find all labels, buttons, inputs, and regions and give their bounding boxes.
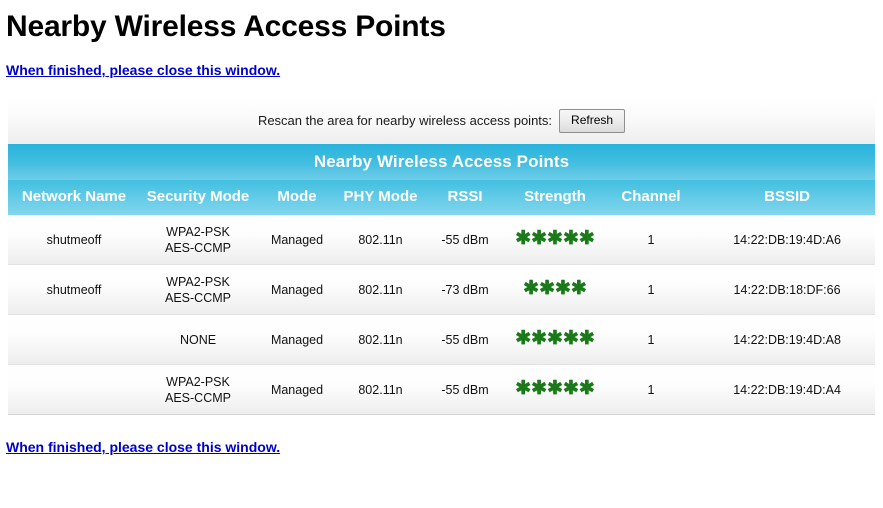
cell-channel: 1 xyxy=(647,382,655,397)
table-row: shutmeoff WPA2-PSK AES-CCMP Managed 802.11n… xyxy=(8,264,876,315)
cell-phy-mode: 802.11n xyxy=(358,382,403,397)
refresh-button[interactable]: Refresh xyxy=(559,108,626,133)
cell-rssi: -55 dBm xyxy=(423,314,507,365)
access-points-panel: Rescan the area for nearby wireless acce… xyxy=(8,97,876,415)
cell-strength: ✱✱✱✱✱ xyxy=(507,215,603,265)
cell-security-mode: WPA2-PSK AES-CCMP xyxy=(140,215,256,265)
page-title: Nearby Wireless Access Points xyxy=(6,10,446,43)
rescan-bar: Rescan the area for nearby wireless acce… xyxy=(8,97,875,144)
access-points-table: Nearby Wireless Access Points Network Na… xyxy=(8,144,876,415)
rescan-label: Rescan the area for nearby wireless acce… xyxy=(257,113,553,128)
cell-strength: ✱✱✱✱ xyxy=(507,264,603,315)
cell-bssid: 14:22:DB:19:4D:A8 xyxy=(699,314,876,365)
table-row: shutmeoff WPA2-PSK AES-CCMP Managed 802.11n… xyxy=(8,215,876,265)
signal-strength-stars: ✱✱✱✱✱ xyxy=(515,328,595,349)
column-header-phy-mode: PHY Mode xyxy=(338,180,423,215)
column-header-rssi: RSSI xyxy=(423,180,507,215)
cell-mode: Managed xyxy=(256,215,338,265)
cell-security-mode: WPA2-PSK AES-CCMP xyxy=(165,374,231,405)
cell-network-name xyxy=(8,314,140,365)
cell-rssi: -55 dBm xyxy=(441,382,489,397)
cell-strength: ✱✱✱✱✱ xyxy=(507,314,603,365)
table-caption: Nearby Wireless Access Points xyxy=(8,144,876,180)
cell-channel: 1 xyxy=(603,215,699,265)
column-header-mode: Mode xyxy=(256,180,338,215)
cell-network-name xyxy=(8,365,140,415)
cell-phy-mode: 802.11n xyxy=(338,215,423,265)
cell-mode: Managed xyxy=(256,314,338,365)
access-points-rows: shutmeoff WPA2-PSK AES-CCMP Managed 802.11n… xyxy=(8,215,876,415)
cell-phy-mode: 802.11n xyxy=(338,264,423,315)
cell-channel: 1 xyxy=(603,314,699,365)
signal-strength-stars: ✱✱✱✱ xyxy=(523,278,587,299)
cell-strength: ✱✱✱✱✱ xyxy=(507,365,603,415)
cell-security-mode: WPA2-PSK AES-CCMP xyxy=(140,264,256,315)
signal-strength-stars: ✱✱✱✱✱ xyxy=(515,378,595,399)
cell-bssid: 14:22:DB:18:DF:66 xyxy=(699,264,876,315)
table-row: WPA2-PSK AES-CCMP Managed 802.11n -55 dBm ✱✱… xyxy=(8,364,876,415)
column-header-security-mode: Security Mode xyxy=(140,180,256,215)
signal-strength-stars: ✱✱✱✱✱ xyxy=(515,228,595,249)
close-window-link-bottom[interactable]: When finished, please close this window. xyxy=(6,439,280,455)
cell-network-name: shutmeoff xyxy=(8,264,140,315)
cell-bssid: 14:22:DB:19:4D:A6 xyxy=(699,215,876,265)
column-header-channel: Channel xyxy=(603,180,699,215)
cell-channel: 1 xyxy=(603,264,699,315)
column-header-network-name: Network Name xyxy=(8,180,140,215)
cell-bssid: 14:22:DB:19:4D:A4 xyxy=(733,382,841,397)
cell-phy-mode: 802.11n xyxy=(338,314,423,365)
cell-security-mode: NONE xyxy=(140,314,256,365)
column-header-bssid: BSSID xyxy=(699,180,876,215)
close-window-link-top[interactable]: When finished, please close this window. xyxy=(6,62,280,78)
cell-rssi: -55 dBm xyxy=(423,215,507,265)
cell-rssi: -73 dBm xyxy=(423,264,507,315)
cell-mode: Managed xyxy=(270,382,324,397)
column-header-strength: Strength xyxy=(507,180,603,215)
cell-network-name: shutmeoff xyxy=(8,215,140,265)
cell-mode: Managed xyxy=(256,264,338,315)
table-row: NONE Managed 802.11n -55 dBm ✱✱✱✱✱ 1 14:22:DB:… xyxy=(8,314,876,365)
